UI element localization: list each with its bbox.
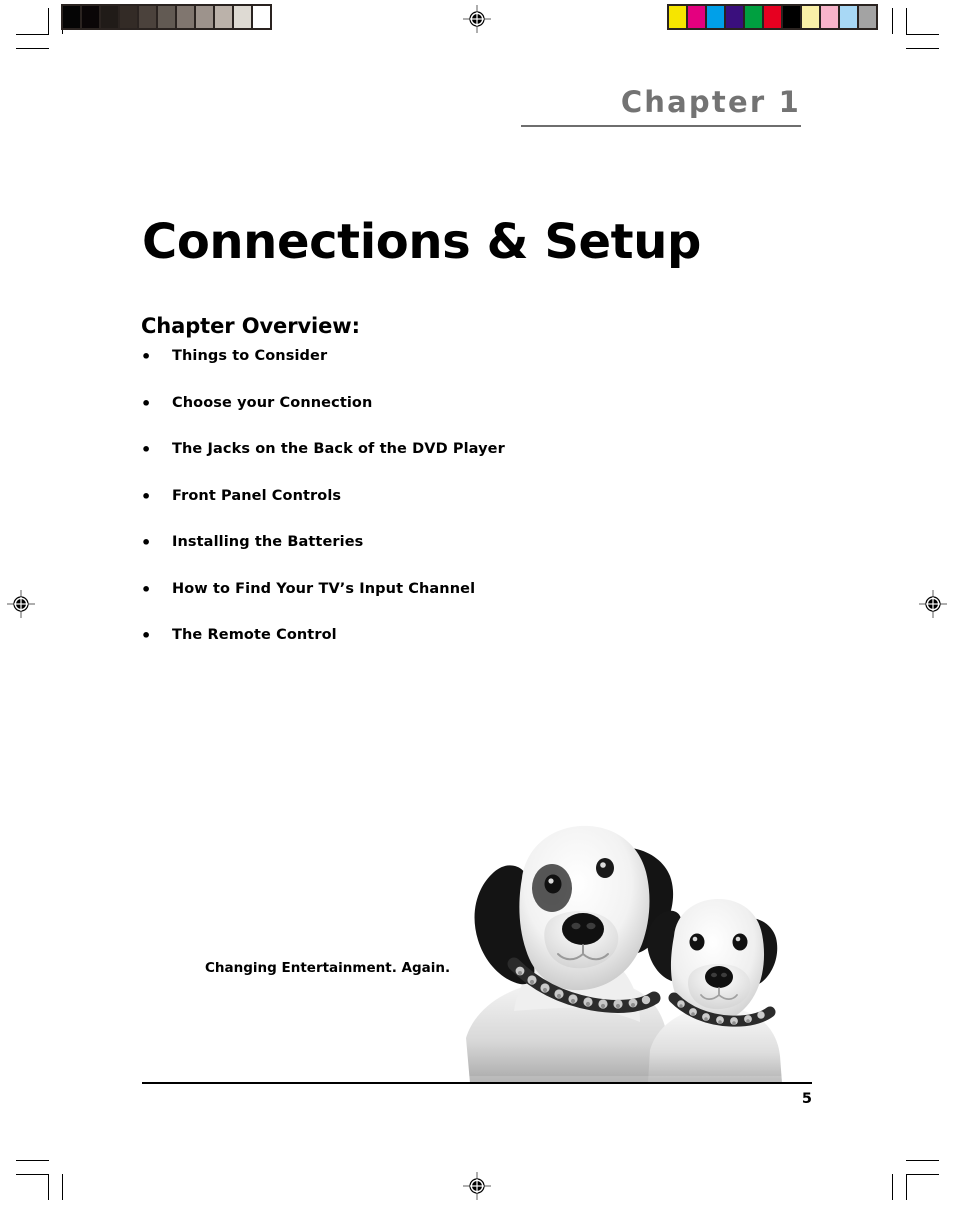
overview-item-label: How to Find Your TV’s Input Channel: [172, 580, 476, 597]
registration-target-mark-left: [7, 590, 35, 618]
grayscale-patch-9: [215, 6, 232, 28]
color-patch-6: [764, 6, 781, 28]
grayscale-patch-3: [101, 6, 118, 28]
overview-item-label: Things to Consider: [172, 348, 328, 364]
color-patch-4: [726, 6, 743, 28]
overview-list-item: • The Jacks on the Back of the DVD Player: [141, 439, 781, 486]
color-calibration-bar: [667, 4, 878, 30]
color-patch-11: [859, 6, 876, 28]
overview-item-label: Installing the Batteries: [172, 534, 364, 550]
bullet-icon: •: [141, 393, 152, 413]
page-number: 5: [801, 1091, 812, 1107]
overview-item-label: The Jacks on the Back of the DVD Player: [172, 441, 505, 457]
color-patch-10: [840, 6, 857, 28]
overview-list-item: • Choose your Connection: [141, 393, 781, 440]
overview-list-item: • Installing the Batteries: [141, 532, 781, 579]
overview-list-item: • The Remote Control: [141, 625, 781, 672]
color-patch-9: [821, 6, 838, 28]
color-patch-5: [745, 6, 762, 28]
overview-item-label: Choose your Connection: [172, 394, 373, 411]
grayscale-patch-2: [82, 6, 99, 28]
color-patch-7: [783, 6, 800, 28]
brand-tagline: Changing Entertainment. Again.: [205, 960, 451, 976]
chapter-rule: [521, 125, 801, 127]
grayscale-patch-10: [234, 6, 251, 28]
color-patch-1: [669, 6, 686, 28]
bullet-icon: •: [141, 626, 152, 645]
registration-target-mark-bottom: [463, 1172, 491, 1200]
crop-mark-bottom-left: [14, 1160, 68, 1200]
crop-mark-top-right: [886, 8, 940, 49]
overview-list-item: • Front Panel Controls: [141, 486, 781, 533]
dogs-photo: [452, 806, 784, 1083]
grayscale-patch-8: [196, 6, 213, 28]
bullet-icon: •: [141, 533, 152, 552]
overview-item-label: Front Panel Controls: [172, 487, 342, 504]
bullet-icon: •: [141, 579, 152, 599]
grayscale-calibration-bar: [61, 4, 272, 30]
registration-target-mark-top: [463, 5, 491, 33]
grayscale-patch-11: [253, 6, 270, 28]
color-patch-8: [802, 6, 819, 28]
grayscale-patch-6: [158, 6, 175, 28]
page-title: Connections & Setup: [142, 214, 701, 271]
overview-item-label: The Remote Control: [172, 627, 337, 643]
chapter-overview-heading: Chapter Overview:: [141, 314, 360, 339]
grayscale-patch-5: [139, 6, 156, 28]
bullet-icon: •: [141, 440, 152, 459]
grayscale-patch-4: [120, 6, 137, 28]
bullet-icon: •: [141, 486, 152, 506]
grayscale-patch-7: [177, 6, 194, 28]
footer-rule: [142, 1082, 812, 1084]
overview-list-item: • Things to Consider: [141, 346, 781, 393]
registration-target-mark-right: [919, 590, 947, 618]
crop-mark-bottom-right: [886, 1160, 940, 1200]
grayscale-patch-1: [63, 6, 80, 28]
crop-mark-top-left: [14, 8, 68, 49]
color-patch-3: [707, 6, 724, 28]
bullet-icon: •: [141, 347, 152, 366]
chapter-header: Chapter 1: [521, 84, 801, 127]
chapter-label: Chapter 1: [620, 85, 801, 119]
chapter-overview-list: • Things to Consider • Choose your Connecti…: [141, 346, 781, 672]
color-patch-2: [688, 6, 705, 28]
overview-list-item: • How to Find Your TV’s Input Channel: [141, 579, 781, 626]
document-page: Chapter 1 Connections & Setup Chapter Ov…: [0, 0, 954, 1209]
